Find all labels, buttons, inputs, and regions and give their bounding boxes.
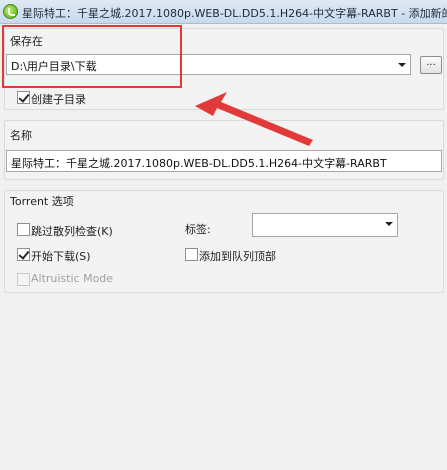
save-location-header: 保存在 <box>10 35 43 48</box>
window-title: 星际特工：千星之城.2017.1080p.WEB-DL.DD5.1.H264-中… <box>22 7 447 19</box>
browse-button[interactable]: ... <box>420 56 442 74</box>
annotation-arrow-icon <box>195 92 313 146</box>
title-bar: 星际特工：千星之城.2017.1080p.WEB-DL.DD5.1.H264-中… <box>0 0 447 24</box>
start-download-label[interactable]: 开始下载(S) <box>31 248 91 264</box>
altruistic-mode-label: Altruistic Mode <box>31 272 114 285</box>
skip-hash-check-label[interactable]: 跳过散列检查(K) <box>31 223 113 239</box>
name-header: 名称 <box>10 129 32 142</box>
chevron-down-icon[interactable] <box>385 222 393 226</box>
chevron-down-icon[interactable] <box>398 63 406 67</box>
tag-label: 标签: <box>185 223 211 236</box>
create-subfolder-label[interactable]: 创建子目录 <box>31 91 86 107</box>
skip-hash-check-checkbox[interactable] <box>17 223 30 236</box>
save-path-combobox[interactable]: D:\用户目录\下载 <box>6 54 411 75</box>
torrent-name-field[interactable]: 星际特工：千星之城.2017.1080p.WEB-DL.DD5.1.H264-中… <box>6 150 442 172</box>
altruistic-mode-checkbox <box>17 273 30 286</box>
add-to-queue-top-checkbox[interactable] <box>185 248 198 261</box>
torrent-name-value: 星际特工：千星之城.2017.1080p.WEB-DL.DD5.1.H264-中… <box>11 157 387 170</box>
add-to-queue-top-label[interactable]: 添加到队列顶部 <box>199 248 276 264</box>
tag-combobox[interactable] <box>252 213 398 237</box>
save-path-value: D:\用户目录\下载 <box>11 60 97 73</box>
create-subfolder-checkbox[interactable] <box>17 91 30 104</box>
utorrent-logo-icon <box>3 4 18 19</box>
torrent-options-header: Torrent 选项 <box>10 195 74 208</box>
start-download-checkbox[interactable] <box>17 248 30 261</box>
